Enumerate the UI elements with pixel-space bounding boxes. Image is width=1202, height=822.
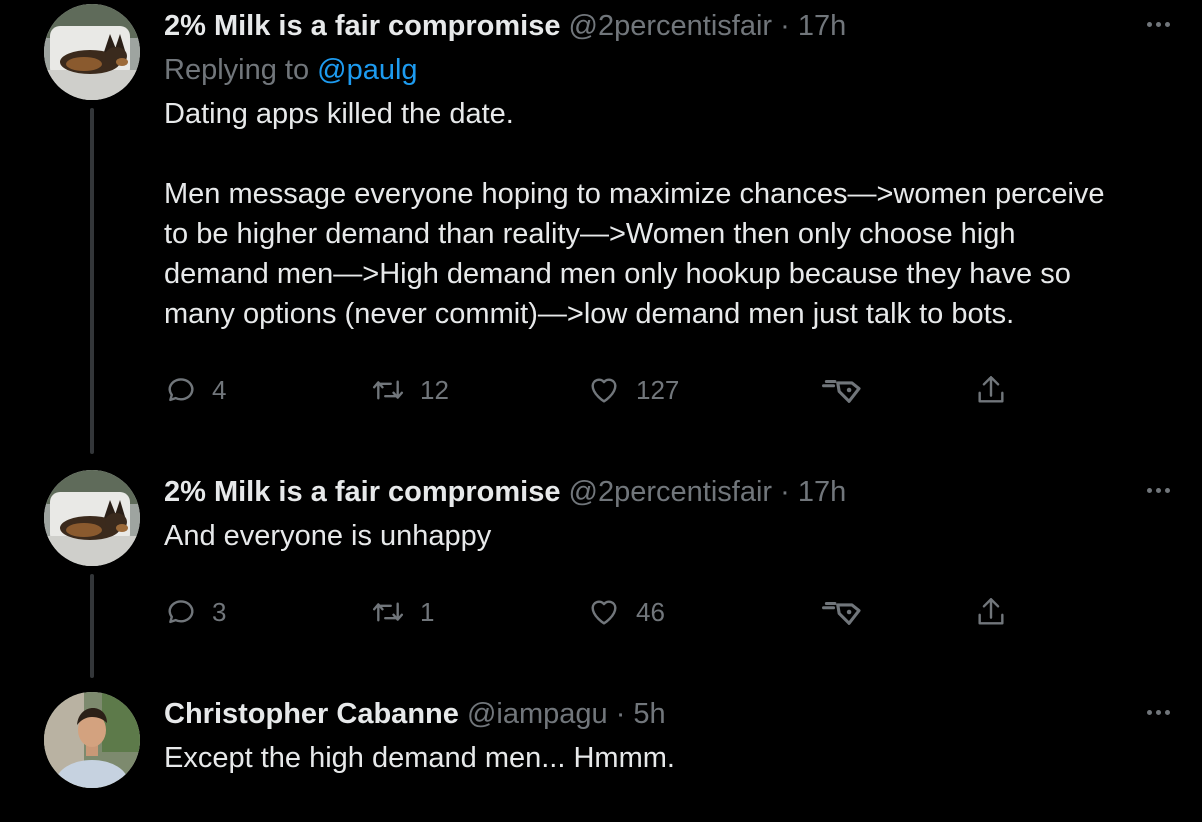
timestamp[interactable]: 17h: [798, 476, 846, 508]
heart-icon: [591, 600, 617, 625]
dog-avatar[interactable]: [44, 4, 140, 100]
heart-icon: [591, 378, 617, 403]
separator-dot: ·: [780, 10, 790, 42]
share-button[interactable]: [974, 372, 1008, 408]
tweet-text-line: to be higher demand than reality—>Women …: [164, 218, 1016, 250]
tweet-text-line: many options (never commit)—>low demand …: [164, 298, 1015, 330]
user-handle[interactable]: @2percentisfair: [569, 10, 773, 42]
reply-count: 4: [212, 374, 227, 405]
user-handle[interactable]: @iampagu: [467, 698, 608, 730]
separator-dot: ·: [780, 476, 790, 508]
tip-jar-icon: [822, 379, 861, 403]
separator-dot: ·: [615, 698, 626, 730]
tweet-text: Except the high demand men... Hmmm.: [164, 738, 1174, 778]
like-count: 46: [636, 596, 665, 627]
like-button[interactable]: 46: [586, 594, 665, 630]
retweet-icon: [372, 602, 404, 622]
reply-icon: [168, 600, 194, 624]
reply-count: 3: [212, 596, 227, 627]
share-button[interactable]: [974, 594, 1008, 630]
display-name[interactable]: Christopher Cabanne: [164, 698, 459, 730]
share-icon: [978, 376, 1004, 403]
tweet-text-line: Men message everyone hoping to maximize …: [164, 178, 1105, 210]
replying-to-label: Replying to: [164, 54, 310, 86]
user-handle[interactable]: @2percentisfair: [569, 476, 773, 508]
like-count: 127: [636, 374, 680, 405]
display-name[interactable]: 2% Milk is a fair compromise: [164, 476, 560, 508]
replying-to: Replying to @paulg: [164, 52, 418, 88]
reply-button[interactable]: 3: [164, 594, 226, 630]
action-bar: 3 1 46: [164, 594, 1164, 630]
retweet-count: 1: [420, 596, 435, 627]
thread-line: [90, 574, 94, 678]
dog-avatar[interactable]: [44, 470, 140, 566]
tweet-text: Dating apps killed the date. Men message…: [164, 94, 1174, 334]
tweet-1[interactable]: 2% Milk is a fair compromise @2percentis…: [0, 0, 1202, 454]
tweet-header: Christopher Cabanne @iampagu · 5h: [164, 696, 666, 732]
tweet-text-line: Dating apps killed the date.: [164, 98, 514, 130]
share-icon: [978, 598, 1004, 625]
tweet-2[interactable]: 2% Milk is a fair compromise @2percentis…: [0, 466, 1202, 686]
more-options-icon[interactable]: [1136, 476, 1180, 504]
more-options-icon[interactable]: [1136, 698, 1180, 726]
thread-line: [90, 108, 94, 454]
retweet-button[interactable]: 1: [370, 594, 434, 630]
mention-link[interactable]: @paulg: [317, 54, 417, 86]
retweet-count: 12: [420, 374, 449, 405]
tweet-3[interactable]: Christopher Cabanne @iampagu · 5h Except…: [0, 688, 1202, 822]
more-options-icon[interactable]: [1136, 10, 1180, 38]
tip-button[interactable]: [820, 372, 864, 408]
display-name[interactable]: 2% Milk is a fair compromise: [164, 10, 560, 42]
retweet-icon: [372, 380, 404, 400]
tweet-text-line: And everyone is unhappy: [164, 520, 492, 552]
reply-button[interactable]: 4: [164, 372, 226, 408]
tweet-header: 2% Milk is a fair compromise @2percentis…: [164, 8, 846, 44]
timestamp[interactable]: 5h: [633, 698, 665, 730]
tweet-text: And everyone is unhappy: [164, 516, 1174, 556]
action-bar: 4 12 127: [164, 372, 1164, 408]
timestamp[interactable]: 17h: [798, 10, 846, 42]
tip-jar-icon: [822, 601, 861, 625]
retweet-button[interactable]: 12: [370, 372, 449, 408]
reply-icon: [168, 378, 194, 402]
like-button[interactable]: 127: [586, 372, 679, 408]
tweet-text-line: Except the high demand men... Hmmm.: [164, 742, 675, 774]
tweet-text-line: demand men—>High demand men only hookup …: [164, 258, 1071, 290]
user-avatar[interactable]: [44, 692, 140, 788]
tip-button[interactable]: [820, 594, 864, 630]
tweet-header: 2% Milk is a fair compromise @2percentis…: [164, 474, 846, 510]
